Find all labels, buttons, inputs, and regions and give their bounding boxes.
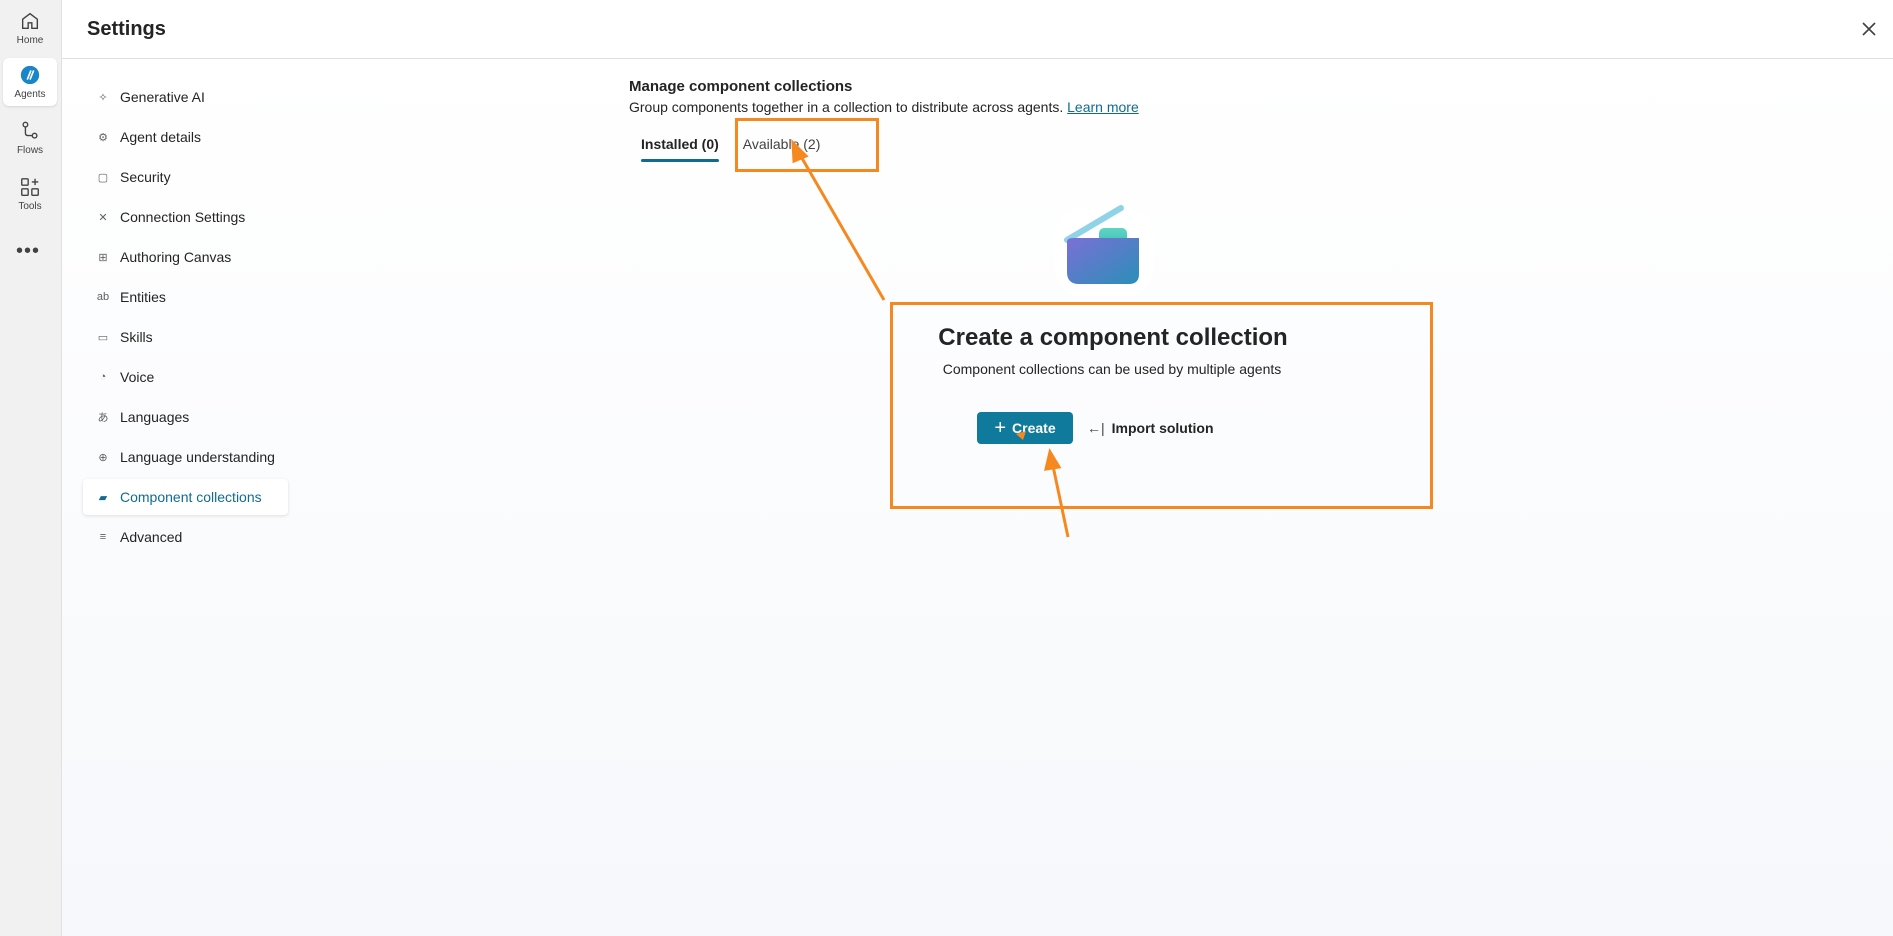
app-rail: Home Agents Flows Tools •••: [0, 0, 62, 936]
grid-icon: ⊞: [98, 251, 108, 264]
rail-item-label: Home: [16, 35, 44, 46]
nav-item-voice[interactable]: ◔ Voice: [83, 359, 288, 395]
nav-item-generative-ai[interactable]: ✧ Generative AI: [83, 79, 288, 115]
rail-item-label: Agents: [14, 89, 46, 100]
home-icon: [21, 12, 39, 30]
nav-item-security[interactable]: ▢ Security: [83, 159, 288, 195]
tools-icon: [21, 178, 39, 196]
sparkle-icon: ✧: [98, 91, 108, 104]
nav-item-label: Advanced: [120, 529, 183, 545]
rail-item-label: Flows: [16, 145, 44, 156]
learn-more-link[interactable]: Learn more: [1067, 99, 1139, 115]
settings-nav: ✧ Generative AI ⚙ Agent details ▢ Security …: [83, 79, 288, 559]
sliders-icon: ≡: [99, 531, 107, 543]
nav-item-label: Agent details: [120, 129, 201, 145]
nav-item-skills[interactable]: ▭ Skills: [83, 319, 288, 355]
nav-item-language-understanding[interactable]: ⊕ Language understanding: [83, 439, 288, 475]
voice-icon: ◔: [99, 371, 107, 383]
nav-item-authoring-canvas[interactable]: ⊞ Authoring Canvas: [83, 239, 288, 275]
nav-item-label: Skills: [120, 329, 153, 345]
nav-item-label: Language understanding: [120, 449, 275, 465]
rail-item-home[interactable]: Home: [3, 4, 57, 52]
globe-icon: ⊕: [98, 451, 108, 464]
rail-item-agents[interactable]: Agents: [3, 58, 57, 106]
section-description: Group components together in a collectio…: [629, 99, 1139, 115]
nav-item-connection-settings[interactable]: ✕ Connection Settings: [83, 199, 288, 235]
nav-item-label: Authoring Canvas: [120, 249, 232, 265]
annotation-box-empty-state: [890, 302, 1433, 509]
agents-icon: [20, 65, 40, 85]
flows-icon: [22, 121, 38, 139]
rail-item-tools[interactable]: Tools: [3, 170, 57, 218]
annotation-box-available-tab: [735, 118, 879, 172]
nav-item-languages[interactable]: あ Languages: [83, 399, 288, 435]
nav-item-advanced[interactable]: ≡ Advanced: [83, 519, 288, 555]
page-title: Settings: [87, 18, 166, 40]
translate-icon: あ: [97, 412, 109, 424]
nav-item-label: Languages: [120, 409, 190, 425]
section-title: Manage component collections: [629, 78, 853, 95]
folder-icon: ▰: [98, 491, 108, 504]
briefcase-icon: ▭: [97, 331, 109, 344]
gear-icon: ⚙: [98, 131, 108, 144]
nav-item-label: Voice: [120, 369, 155, 385]
nav-item-label: Component collections: [120, 489, 262, 505]
close-icon[interactable]: [1857, 17, 1881, 41]
rail-item-flows[interactable]: Flows: [3, 114, 57, 162]
connection-icon: ✕: [98, 211, 108, 224]
nav-item-label: Security: [120, 169, 171, 185]
rail-item-label: Tools: [18, 201, 42, 212]
nav-item-label: Entities: [120, 289, 166, 305]
nav-item-component-collections[interactable]: ▰ Component collections: [83, 479, 288, 515]
more-icon[interactable]: •••: [16, 240, 40, 263]
nav-item-entities[interactable]: ab Entities: [83, 279, 288, 315]
nav-item-label: Connection Settings: [120, 209, 246, 225]
lock-icon: ▢: [97, 171, 109, 184]
description-text: Group components together in a collectio…: [629, 99, 1064, 115]
entities-icon: ab: [96, 291, 110, 303]
nav-item-agent-details[interactable]: ⚙ Agent details: [83, 119, 288, 155]
nav-item-label: Generative AI: [120, 89, 205, 105]
collection-illustration-icon: [1055, 205, 1153, 296]
header: Settings: [62, 0, 1893, 59]
tab-installed[interactable]: Installed (0): [629, 129, 731, 162]
